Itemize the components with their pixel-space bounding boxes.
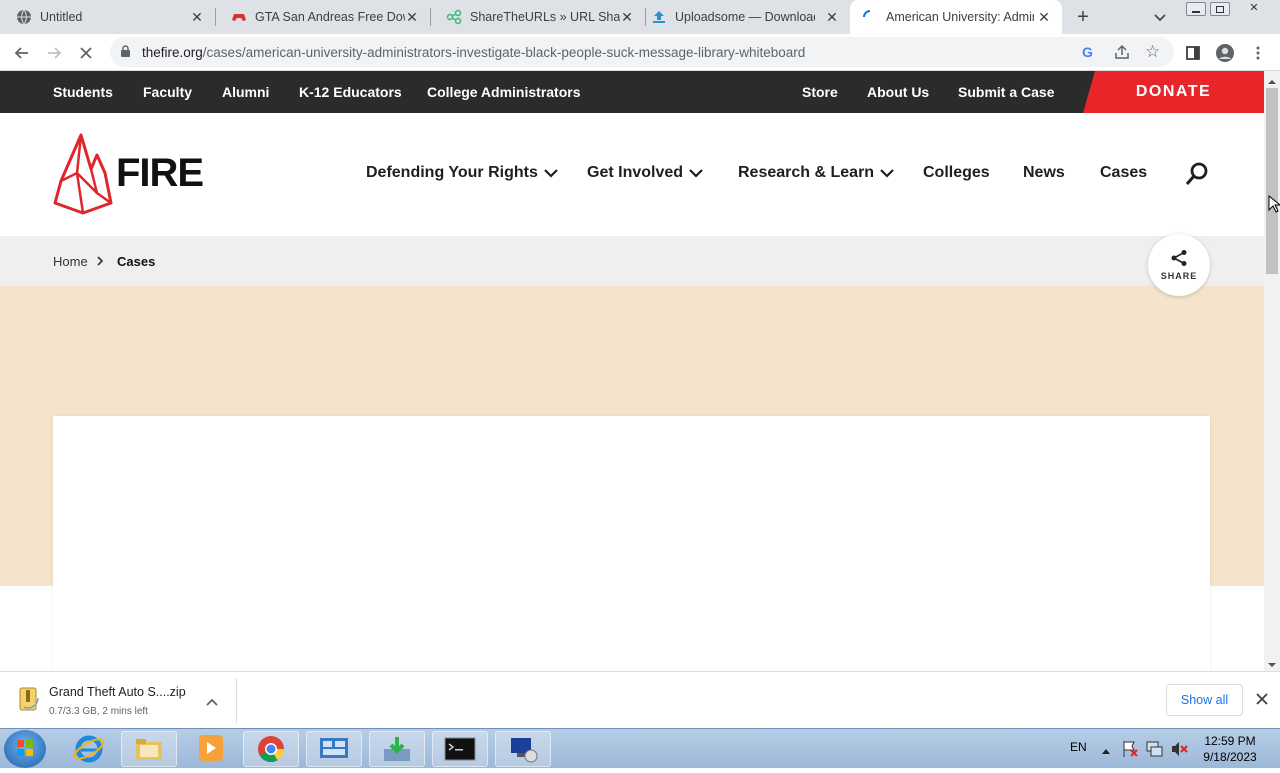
close-shelf-icon[interactable] [1255, 692, 1269, 711]
topbar-link-k12[interactable]: K-12 Educators [299, 84, 402, 100]
forward-arrow-icon[interactable] [41, 40, 67, 66]
stop-loading-icon[interactable] [73, 40, 99, 66]
download-status: 0.7/3.3 GB, 2 mins left [49, 706, 148, 717]
remote-desktop-icon[interactable] [495, 731, 551, 767]
nav-colleges[interactable]: Colleges [923, 164, 990, 182]
tab-strip: Untitled ✕ GTA San Andreas Free Down ✕ S… [0, 0, 1280, 34]
case-content-card [53, 416, 1210, 671]
logo-wordmark[interactable]: FIRE [116, 151, 204, 195]
nav-defending-rights[interactable]: Defending Your Rights [366, 164, 558, 182]
side-panel-icon[interactable] [1180, 40, 1206, 66]
close-tab-icon[interactable]: ✕ [619, 9, 635, 25]
back-arrow-icon[interactable] [9, 40, 35, 66]
web-page: Students Faculty Alumni K-12 Educators C… [0, 71, 1264, 671]
clock-date: 9/18/2023 [1203, 750, 1257, 764]
search-icon[interactable] [1185, 162, 1209, 191]
globe-icon [16, 9, 32, 25]
show-all-downloads-button[interactable]: Show all [1166, 684, 1243, 716]
close-window-button[interactable]: ✕ [1236, 2, 1272, 16]
nav-get-involved[interactable]: Get Involved [587, 164, 703, 182]
download-filename[interactable]: Grand Theft Auto S....zip [49, 685, 186, 699]
browser-toolbar: thefire.org/cases/american-university-ad… [0, 34, 1280, 71]
share-nodes-icon [446, 9, 462, 25]
share-button[interactable]: SHARE [1148, 234, 1210, 296]
profile-avatar-icon[interactable] [1212, 40, 1238, 66]
bookmark-star-icon[interactable]: ☆ [1145, 42, 1160, 62]
action-center-flag-icon[interactable] [1122, 740, 1138, 763]
control-panel-icon[interactable] [306, 731, 362, 767]
chevron-right-icon [96, 254, 104, 269]
chevron-down-icon [689, 169, 703, 178]
chevron-down-icon [544, 169, 558, 178]
gamepad-icon [231, 9, 247, 25]
close-tab-icon[interactable]: ✕ [404, 9, 420, 25]
show-hidden-icons-chevron-icon[interactable] [1101, 742, 1111, 760]
internet-explorer-icon[interactable] [72, 732, 106, 771]
topbar-link-students[interactable]: Students [53, 84, 113, 100]
breadcrumb: Home Cases [0, 236, 1264, 286]
clock-time: 12:59 PM [1204, 734, 1256, 748]
fire-flame-logo-icon[interactable] [53, 133, 115, 215]
windows-taskbar: EN 12:59 PM 9/18/2023 [0, 728, 1280, 768]
scrollbar-thumb[interactable] [1266, 88, 1278, 274]
mouse-cursor-icon [1268, 194, 1280, 218]
topbar-link-about[interactable]: About Us [867, 84, 929, 100]
minimize-button[interactable] [1186, 2, 1206, 16]
close-tab-icon[interactable]: ✕ [824, 9, 840, 25]
system-clock[interactable]: 12:59 PM 9/18/2023 [1192, 733, 1268, 765]
download-manager-icon[interactable] [369, 731, 425, 767]
media-player-icon[interactable] [197, 733, 225, 768]
main-navigation: FIRE Defending Your Rights Get Involved … [0, 113, 1264, 236]
topbar-link-submit-case[interactable]: Submit a Case [958, 84, 1054, 100]
chevron-down-icon [880, 169, 894, 178]
restore-button[interactable] [1210, 2, 1230, 16]
share-page-icon[interactable] [1113, 43, 1131, 66]
share-icon [1171, 250, 1187, 266]
topbar-link-alumni[interactable]: Alumni [222, 84, 269, 100]
close-tab-icon[interactable]: ✕ [189, 9, 205, 25]
nav-cases[interactable]: Cases [1100, 164, 1147, 182]
language-indicator[interactable]: EN [1070, 740, 1087, 754]
topbar-link-faculty[interactable]: Faculty [143, 84, 192, 100]
breadcrumb-current: Cases [117, 254, 156, 269]
download-shelf: Grand Theft Auto S....zip 0.7/3.3 GB, 2 … [0, 671, 1280, 728]
topbar-link-store[interactable]: Store [802, 84, 838, 100]
file-explorer-icon[interactable] [121, 731, 177, 767]
new-tab-icon[interactable]: + [1073, 7, 1093, 27]
utility-bar: Students Faculty Alumni K-12 Educators C… [0, 71, 1264, 113]
google-translate-icon[interactable]: G [1082, 44, 1093, 60]
lock-icon[interactable] [120, 45, 131, 63]
zip-file-icon [17, 687, 39, 716]
start-button[interactable] [4, 730, 46, 768]
donate-button[interactable]: DONATE [1083, 71, 1264, 113]
topbar-link-college-admins[interactable]: College Administrators [427, 84, 581, 100]
breadcrumb-home[interactable]: Home [53, 254, 88, 269]
nav-news[interactable]: News [1023, 164, 1065, 182]
url-text: thefire.org/cases/american-university-ad… [142, 45, 806, 60]
tab-gta[interactable]: GTA San Andreas Free Down ✕ [215, 0, 430, 34]
scroll-up-icon[interactable] [1267, 74, 1277, 84]
divider [236, 678, 237, 723]
loading-spinner-icon [862, 9, 878, 25]
volume-muted-icon[interactable] [1170, 740, 1188, 763]
network-icon[interactable] [1146, 740, 1164, 763]
chrome-icon[interactable] [243, 731, 299, 767]
chevron-up-icon[interactable] [205, 694, 219, 712]
upload-icon [651, 9, 667, 25]
address-bar[interactable]: thefire.org/cases/american-university-ad… [110, 37, 1174, 67]
tab-uploadsome[interactable]: Uploadsome — Download ✕ [645, 0, 850, 34]
more-menu-icon[interactable] [1245, 40, 1271, 66]
command-prompt-icon[interactable] [432, 731, 488, 767]
close-tab-icon[interactable]: ✕ [1036, 9, 1052, 25]
tab-untitled[interactable]: Untitled ✕ [0, 0, 215, 34]
tab-sharetheurls[interactable]: ShareTheURLs » URL Sharin ✕ [430, 0, 645, 34]
scroll-down-icon[interactable] [1267, 657, 1277, 667]
nav-research-learn[interactable]: Research & Learn [738, 164, 894, 182]
tab-search-chevron-icon[interactable] [1152, 9, 1168, 25]
tab-american-university[interactable]: American University: Admin ✕ [850, 0, 1062, 34]
